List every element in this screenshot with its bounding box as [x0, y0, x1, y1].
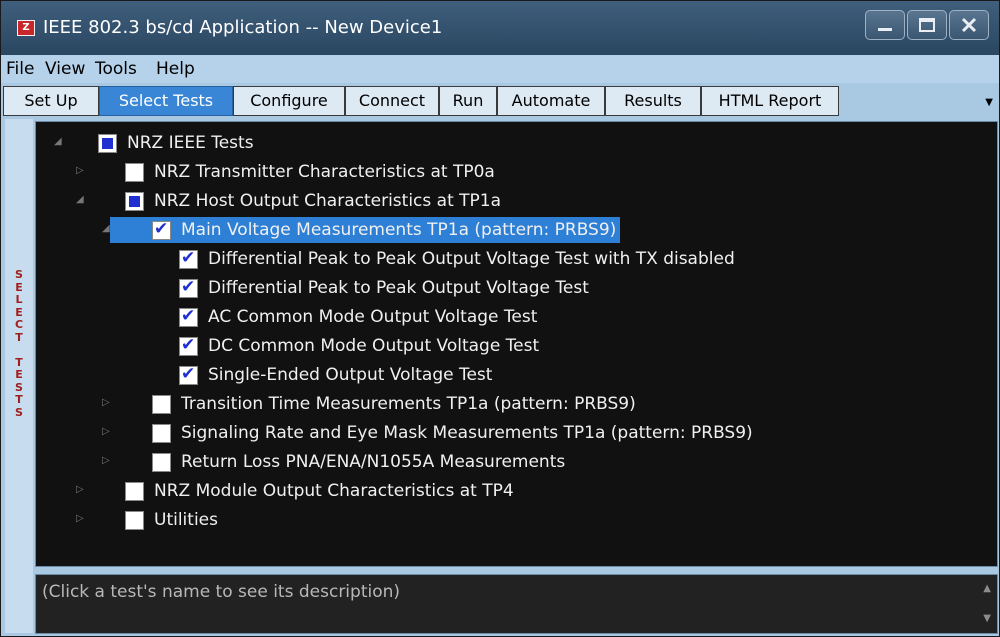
tree-item[interactable]: Differential Peak to Peak Output Voltage… — [179, 246, 735, 272]
maximize-button[interactable] — [907, 10, 947, 40]
vertical-label-letter: E — [15, 368, 23, 381]
menu-help[interactable]: Help — [156, 59, 195, 79]
tree-item[interactable]: ▷ Return Loss PNA/ENA/N1055A Measurements — [102, 449, 565, 475]
tree-item-label[interactable]: NRZ Module Output Characteristics at TP4 — [154, 481, 514, 501]
tree-item-label[interactable]: AC Common Mode Output Voltage Test — [208, 307, 537, 327]
vertical-label-letter — [17, 344, 21, 357]
tree-item-label[interactable]: NRZ IEEE Tests — [127, 133, 254, 153]
tab-select-tests[interactable]: Select Tests — [99, 86, 233, 116]
checkbox[interactable] — [179, 248, 198, 269]
tab-bar: Set Up Select Tests Configure Connect Ru… — [1, 83, 999, 118]
checkbox[interactable] — [125, 191, 144, 211]
tree-item-label[interactable]: DC Common Mode Output Voltage Test — [208, 336, 539, 356]
tree-item[interactable]: ▷ NRZ Module Output Characteristics at TP… — [76, 478, 514, 504]
tree-item-label[interactable]: Single-Ended Output Voltage Test — [208, 365, 492, 385]
tree-item[interactable]: ▷ Transition Time Measurements TP1a (patt… — [102, 391, 636, 417]
tree-item-label[interactable]: Transition Time Measurements TP1a (patte… — [181, 394, 636, 414]
collapsed-arrow-icon[interactable]: ▷ — [102, 455, 110, 466]
checkbox[interactable] — [125, 162, 144, 182]
window-title: IEEE 802.3 bs/cd Application -- New Devi… — [43, 17, 443, 38]
expanded-arrow-icon[interactable]: ◢ — [76, 194, 84, 205]
checkbox[interactable] — [152, 394, 171, 414]
tab-results[interactable]: Results — [605, 86, 701, 116]
description-text: (Click a test's name to see its descript… — [42, 582, 401, 602]
app-window: Z IEEE 802.3 bs/cd Application -- New De… — [0, 0, 1000, 637]
tree-item-label[interactable]: Differential Peak to Peak Output Voltage… — [208, 278, 589, 298]
menu-tools[interactable]: Tools — [95, 59, 137, 79]
checkbox[interactable] — [152, 423, 171, 443]
close-button[interactable] — [949, 10, 989, 40]
collapsed-arrow-icon[interactable]: ▷ — [102, 426, 110, 437]
checkbox[interactable] — [179, 335, 198, 356]
tab-automate[interactable]: Automate — [497, 86, 605, 116]
collapsed-arrow-icon[interactable]: ▷ — [102, 397, 110, 408]
tree-item[interactable]: ▷ Utilities — [76, 507, 218, 533]
menu-view[interactable]: View — [45, 59, 85, 79]
app-icon: Z — [17, 20, 35, 36]
title-bar[interactable]: Z IEEE 802.3 bs/cd Application -- New De… — [1, 1, 999, 55]
vertical-label-letter: S — [15, 268, 23, 281]
scroll-up-icon[interactable]: ▲ — [983, 583, 991, 594]
vertical-label: SELECT TESTS — [5, 268, 33, 419]
tree-item[interactable]: DC Common Mode Output Voltage Test — [179, 333, 539, 359]
menu-file[interactable]: File — [6, 59, 34, 79]
maximize-icon — [919, 18, 935, 32]
tree-item-label[interactable]: NRZ Transmitter Characteristics at TP0a — [154, 162, 495, 182]
checkbox[interactable] — [98, 133, 117, 153]
checkbox[interactable] — [152, 452, 171, 472]
checkbox[interactable] — [179, 364, 198, 385]
tree-item[interactable]: ◢ NRZ IEEE Tests — [54, 130, 254, 156]
tree-item[interactable]: ◢ Main Voltage Measurements TP1a (pattern… — [102, 217, 621, 243]
collapsed-arrow-icon[interactable]: ▷ — [76, 165, 84, 176]
collapsed-arrow-icon[interactable]: ▷ — [76, 484, 84, 495]
vertical-label-letter: T — [15, 393, 23, 406]
tab-run[interactable]: Run — [439, 86, 497, 116]
tree-item[interactable]: Single-Ended Output Voltage Test — [179, 362, 492, 388]
menu-bar: File View Tools Help — [1, 55, 999, 83]
checkbox[interactable] — [152, 219, 171, 240]
expanded-arrow-icon[interactable]: ◢ — [54, 136, 62, 147]
tree-item[interactable]: AC Common Mode Output Voltage Test — [179, 304, 537, 330]
tree-item-label[interactable]: Differential Peak to Peak Output Voltage… — [208, 249, 735, 269]
checkbox[interactable] — [125, 481, 144, 501]
close-icon — [961, 17, 977, 33]
tree-item-label[interactable]: NRZ Host Output Characteristics at TP1a — [154, 191, 501, 211]
tree-item[interactable]: ◢ NRZ Host Output Characteristics at TP1a — [76, 188, 501, 214]
minimize-button[interactable] — [865, 10, 905, 40]
window-controls — [865, 10, 989, 40]
tree-item-label[interactable]: Signaling Rate and Eye Mask Measurements… — [181, 423, 753, 443]
tab-set-up[interactable]: Set Up — [3, 86, 99, 116]
vertical-label-letter: L — [15, 293, 23, 306]
tree-item[interactable]: ▷ NRZ Transmitter Characteristics at TP0a — [76, 159, 495, 185]
expanded-arrow-icon[interactable]: ◢ — [102, 223, 110, 234]
select-tests-side-strip: SELECT TESTS — [5, 119, 33, 633]
tab-overflow-dropdown-icon[interactable]: ▼ — [985, 97, 993, 108]
tab-connect[interactable]: Connect — [345, 86, 439, 116]
checkbox[interactable] — [125, 510, 144, 530]
checkbox[interactable] — [179, 306, 198, 327]
checkbox[interactable] — [179, 277, 198, 298]
test-tree-panel[interactable]: ◢ NRZ IEEE Tests ▷ NRZ Transmitter Characte… — [35, 121, 998, 567]
tab-html-report[interactable]: HTML Report — [701, 86, 839, 116]
collapsed-arrow-icon[interactable]: ▷ — [76, 513, 84, 524]
vertical-label-letter: S — [15, 405, 23, 419]
tree-item-label[interactable]: Main Voltage Measurements TP1a (pattern:… — [181, 220, 616, 240]
vertical-label-letter: C — [14, 318, 24, 331]
tree-item[interactable]: ▷ Signaling Rate and Eye Mask Measurement… — [102, 420, 753, 446]
tree-item[interactable]: Differential Peak to Peak Output Voltage… — [179, 275, 589, 301]
tab-configure[interactable]: Configure — [233, 86, 345, 116]
tree-item-label[interactable]: Utilities — [154, 510, 218, 530]
tree-item-label[interactable]: Return Loss PNA/ENA/N1055A Measurements — [181, 452, 565, 472]
scroll-down-icon[interactable]: ▼ — [983, 613, 991, 624]
description-panel: (Click a test's name to see its descript… — [35, 574, 998, 634]
minimize-icon — [878, 28, 892, 31]
